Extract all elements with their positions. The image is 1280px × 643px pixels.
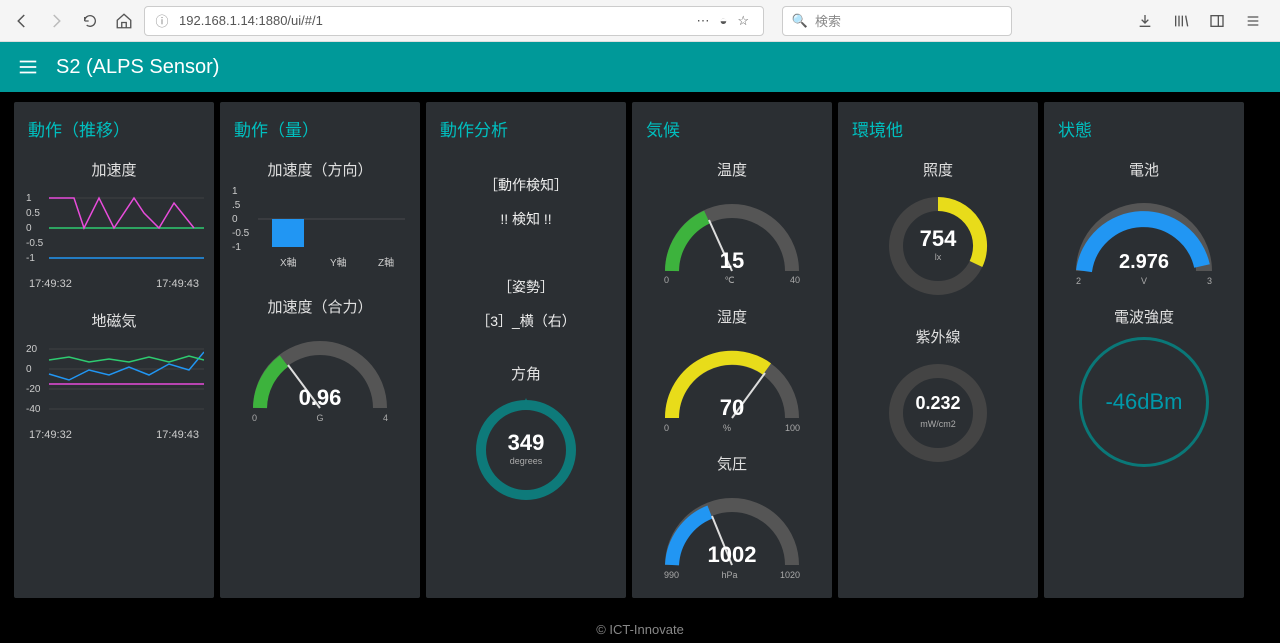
url-actions: ⋯ ◒ ☆ — [696, 13, 755, 29]
svg-text:Z軸: Z軸 — [378, 256, 394, 269]
panel-pose: ［姿勢］ ［3］_横（右） — [430, 257, 622, 351]
svg-text:-1: -1 — [26, 253, 35, 264]
browser-toolbar: ⓘ 192.168.1.14:1880/ui/#/1 ⋯ ◒ ☆ 🔍 検索 — [0, 0, 1280, 42]
panel-accel-dir: 加速度（方向） 1.50-0.5-1 X軸Y軸Z軸 — [224, 155, 416, 284]
gauge-humidity: 70 0%100 — [652, 333, 812, 433]
svg-text:0.5: 0.5 — [26, 208, 40, 219]
col-motion-analysis: 動作分析 ［動作検知］ !! 検知 !! ［姿勢］ ［3］_横（右） 方角 34… — [426, 102, 626, 598]
panel-geomag-trend: 地磁気 200-20-40 17:49:3217:49:43 — [18, 306, 210, 449]
gauge-lux: 754 lx — [878, 186, 998, 306]
url-text: 192.168.1.14:1880/ui/#/1 — [179, 13, 323, 28]
svg-text:0: 0 — [232, 214, 238, 225]
gauge-accel-force: 0.96 0G4 — [240, 323, 400, 423]
svg-text:X軸: X軸 — [280, 256, 297, 269]
download-icon[interactable] — [1136, 12, 1154, 30]
gauge-temp: 15 0℃40 — [652, 186, 812, 286]
panel-rssi: 電波強度 -46dBm — [1048, 302, 1240, 475]
svg-text:-0.5: -0.5 — [232, 228, 250, 239]
svg-text:1: 1 — [26, 193, 32, 204]
col-motion-amount: 動作（量） 加速度（方向） 1.50-0.5-1 X軸Y軸Z軸 加速度（合力） — [220, 102, 420, 598]
home-button[interactable] — [110, 7, 138, 35]
menu-icon[interactable] — [1244, 12, 1262, 30]
col-title: 動作（推移） — [18, 112, 210, 147]
back-button[interactable] — [8, 7, 36, 35]
search-icon: 🔍 — [791, 12, 809, 30]
bookmark-icon[interactable]: ☆ — [737, 13, 749, 29]
gauge-pressure: 1002 990hPa1020 — [652, 480, 812, 580]
pocket-icon[interactable]: ◒ — [719, 13, 727, 29]
svg-text:-0.5: -0.5 — [26, 238, 44, 249]
panel-temp: 温度 15 0℃40 — [636, 155, 828, 294]
svg-text:-40: -40 — [26, 404, 41, 415]
svg-text:-20: -20 — [26, 384, 41, 395]
col-environment: 環境他 照度 754 lx 紫外線 0.232 mW/cm2 — [838, 102, 1038, 598]
gauge-compass: 349 degrees — [466, 390, 586, 510]
search-placeholder: 検索 — [815, 11, 841, 30]
svg-text:20: 20 — [26, 344, 38, 355]
svg-text:-1: -1 — [232, 242, 241, 253]
panel-accel-force: 加速度（合力） 0.96 0G4 — [224, 292, 416, 431]
chart-accel: 1 0.5 0 -0.5 -1 — [24, 186, 204, 276]
svg-text:.5: .5 — [232, 200, 241, 211]
svg-text:0: 0 — [26, 223, 32, 234]
app-title: S2 (ALPS Sensor) — [56, 56, 219, 79]
drawer-menu-icon[interactable] — [16, 55, 40, 79]
panel-compass: 方角 349 degrees — [430, 359, 622, 518]
sidebar-icon[interactable] — [1208, 12, 1226, 30]
panel-humidity: 湿度 70 0%100 — [636, 302, 828, 441]
svg-text:0: 0 — [26, 364, 32, 375]
reload-button[interactable] — [76, 7, 104, 35]
chart-geomag: 20 0 -20 -40 — [24, 337, 204, 427]
panel-detect: ［動作検知］ !! 検知 !! — [430, 155, 622, 249]
col-motion-trend: 動作（推移） 加速度 10.50-0.5-1 17:49:3217:49:43 … — [14, 102, 214, 598]
panel-pressure: 気圧 1002 990hPa1020 — [636, 449, 828, 588]
gauge-rssi: -46dBm — [1079, 337, 1209, 467]
panel-battery: 電池 2.976 2V3 — [1048, 155, 1240, 294]
svg-text:1: 1 — [232, 186, 238, 197]
gauge-uv: 0.232 mW/cm2 — [878, 353, 998, 473]
gauge-battery: 2.976 2V3 — [1064, 186, 1224, 286]
panel-accel-trend: 加速度 10.50-0.5-1 17:49:3217:49:43 — [18, 155, 210, 298]
app-header: S2 (ALPS Sensor) — [0, 42, 1280, 92]
url-bar[interactable]: ⓘ 192.168.1.14:1880/ui/#/1 ⋯ ◒ ☆ — [144, 6, 764, 36]
svg-text:Y軸: Y軸 — [330, 256, 347, 269]
col-climate: 気候 温度 15 0℃40 湿度 70 0%100 気圧 1002 990hPa… — [632, 102, 832, 598]
forward-button[interactable] — [42, 7, 70, 35]
watermark: © ICT-Innovate — [596, 622, 684, 637]
chart-accel-bar: 1 .5 0 -0.5 -1 X軸 Y軸 Z軸 — [230, 186, 410, 276]
col-status: 状態 電池 2.976 2V3 電波強度 -46dBm — [1044, 102, 1244, 598]
search-bar[interactable]: 🔍 検索 — [782, 6, 1012, 36]
more-icon[interactable]: ⋯ — [696, 13, 709, 29]
panel-lux: 照度 754 lx — [842, 155, 1034, 314]
dashboard: 動作（推移） 加速度 10.50-0.5-1 17:49:3217:49:43 … — [0, 92, 1280, 608]
info-icon: ⓘ — [153, 12, 171, 30]
panel-uv: 紫外線 0.232 mW/cm2 — [842, 322, 1034, 481]
library-icon[interactable] — [1172, 12, 1190, 30]
